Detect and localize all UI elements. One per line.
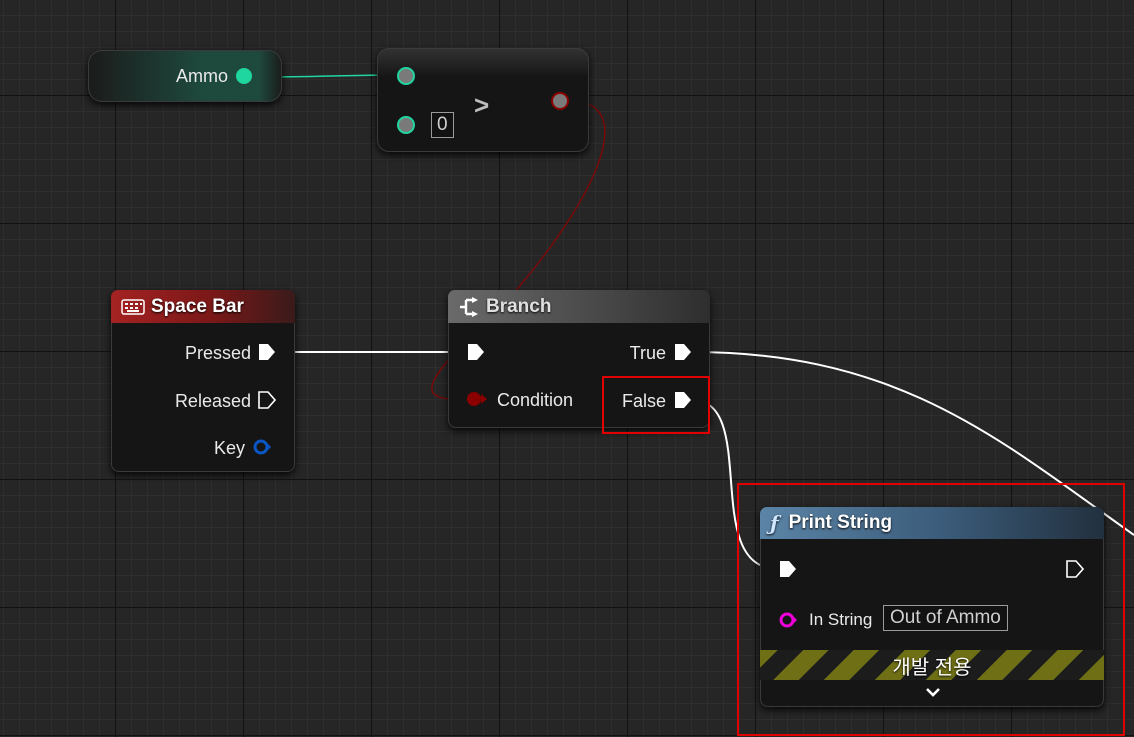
released-exec-pin[interactable] [258, 391, 276, 409]
pressed-label: Pressed [184, 343, 251, 363]
true-exec-pin[interactable] [674, 343, 692, 361]
false-pin-highlight [602, 376, 710, 434]
greater-than-node[interactable]: 0 > [377, 48, 589, 152]
greater-input-a-pin[interactable] [397, 67, 415, 85]
branch-title: Branch [486, 295, 552, 317]
print-string-highlight [737, 483, 1125, 736]
space-bar-event-node[interactable]: Space Bar Pressed Released Key [111, 290, 295, 472]
ammo-variable-node[interactable]: Ammo [88, 50, 282, 102]
greater-b-value-field[interactable]: 0 [431, 112, 454, 138]
condition-label: Condition [497, 390, 574, 410]
greater-output-pin[interactable] [551, 92, 569, 110]
branch-icon [458, 296, 480, 317]
branch-header: Branch [448, 290, 710, 323]
released-label: Released [174, 391, 251, 411]
space-bar-title: Space Bar [151, 295, 244, 317]
greater-operator-symbol: > [474, 90, 490, 120]
branch-exec-in-pin[interactable] [467, 343, 485, 361]
ammo-output-pin[interactable] [236, 68, 252, 84]
keyboard-icon [121, 298, 145, 315]
pressed-exec-pin[interactable] [258, 343, 276, 361]
key-struct-pin[interactable] [253, 438, 271, 456]
space-bar-header: Space Bar [111, 290, 295, 323]
condition-pin[interactable] [467, 392, 481, 406]
ammo-label: Ammo [176, 66, 229, 86]
condition-pin-arrow-icon [481, 394, 487, 404]
key-label: Key [213, 438, 245, 458]
greater-input-b-pin[interactable] [397, 116, 415, 134]
true-label: True [629, 343, 666, 363]
